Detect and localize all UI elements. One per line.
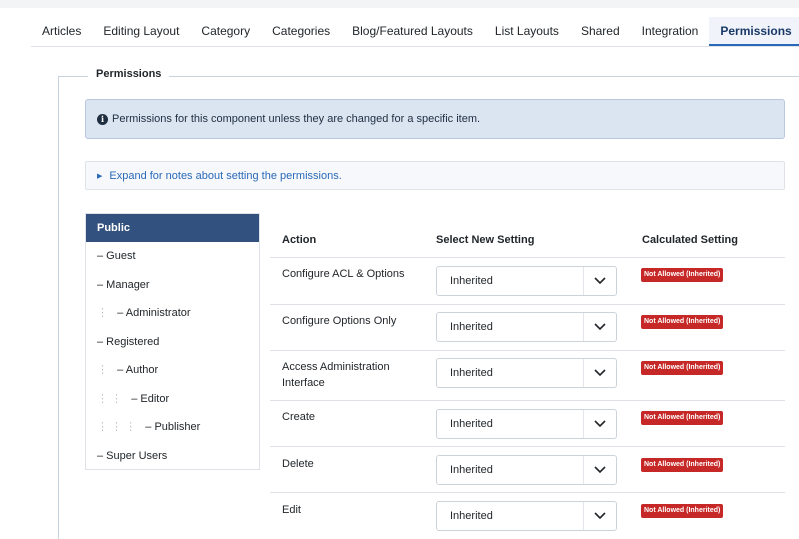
tab-articles[interactable]: Articles: [31, 17, 92, 47]
top-strip: [0, 0, 799, 8]
user-group-list: Public – Guest – Manager ⋮ – Administrat…: [85, 213, 260, 470]
user-group-label: – Super Users: [97, 449, 168, 462]
action-label: Delete: [282, 458, 314, 470]
setting-select-value: Inherited: [450, 464, 493, 476]
user-group-registered[interactable]: – Registered: [86, 328, 259, 357]
user-group-manager[interactable]: – Manager: [86, 271, 259, 300]
tab-blog-featured-layouts[interactable]: Blog/Featured Layouts: [341, 17, 484, 47]
user-group-guest[interactable]: – Guest: [86, 242, 259, 271]
table-divider: [270, 446, 785, 447]
tab-permissions[interactable]: Permissions: [709, 17, 799, 47]
tabs-divider: [31, 46, 799, 47]
setting-select[interactable]: Inherited: [436, 409, 617, 439]
table-divider: [270, 400, 785, 401]
action-label: Configure ACL & Options: [282, 268, 405, 280]
setting-select-value: Inherited: [450, 418, 493, 430]
status-badge: Not Allowed (Inherited): [641, 315, 724, 329]
tab-list-layouts[interactable]: List Layouts: [484, 17, 570, 47]
setting-select[interactable]: Inherited: [436, 455, 617, 485]
user-group-publisher[interactable]: ⋮ ⋮ ⋮ – Publisher: [86, 413, 259, 442]
user-group-label: – Manager: [97, 278, 150, 291]
action-label: Configure Options Only: [282, 315, 397, 327]
setting-select[interactable]: Inherited: [436, 266, 617, 296]
column-header-select-new-setting: Select New Setting: [436, 234, 535, 246]
status-badge: Not Allowed (Inherited): [641, 268, 724, 282]
setting-select-value: Inherited: [450, 275, 493, 287]
table-divider: [270, 304, 785, 305]
column-header-calculated-setting: Calculated Setting: [642, 234, 738, 246]
user-group-super-users[interactable]: – Super Users: [86, 442, 259, 471]
setting-select[interactable]: Inherited: [436, 501, 617, 531]
user-group-label: – Author: [117, 364, 159, 376]
tab-editing-layout[interactable]: Editing Layout: [92, 17, 190, 47]
indent-dots: ⋮: [97, 307, 108, 319]
column-header-action: Action: [282, 234, 317, 246]
info-alert: i Permissions for this component unless …: [85, 99, 785, 139]
chevron-down-icon: [583, 359, 616, 387]
tab-categories[interactable]: Categories: [261, 17, 341, 47]
tab-bar: Articles Editing Layout Category Categor…: [31, 17, 799, 47]
action-label: Edit: [282, 504, 301, 516]
fieldset-border-left: [58, 76, 59, 539]
chevron-down-icon: [583, 410, 616, 438]
indent-dots: ⋮ ⋮: [97, 392, 123, 405]
chevron-down-icon: [583, 267, 616, 295]
info-alert-text: Permissions for this component unless th…: [112, 113, 481, 125]
user-group-label: – Publisher: [145, 421, 201, 433]
setting-select[interactable]: Inherited: [436, 312, 617, 342]
user-group-administrator[interactable]: ⋮ – Administrator: [86, 299, 259, 328]
indent-dots: ⋮: [97, 364, 108, 376]
setting-select[interactable]: Inherited: [436, 358, 617, 388]
user-group-author[interactable]: ⋮ – Author: [86, 356, 259, 385]
permissions-notes-label: Expand for notes about setting the permi…: [109, 169, 342, 182]
info-circle-icon: i: [97, 113, 108, 125]
user-group-public[interactable]: Public: [86, 214, 259, 242]
table-divider: [270, 350, 785, 351]
permissions-notes-toggle[interactable]: ▶ Expand for notes about setting the per…: [85, 161, 785, 190]
chevron-down-icon: [583, 502, 616, 530]
status-badge: Not Allowed (Inherited): [641, 361, 724, 375]
user-group-label: – Editor: [131, 392, 170, 405]
setting-select-value: Inherited: [450, 510, 493, 522]
chevron-down-icon: [583, 456, 616, 484]
user-group-label: – Guest: [97, 250, 136, 262]
action-label: Create: [282, 411, 316, 423]
chevron-down-icon: [583, 313, 616, 341]
setting-select-value: Inherited: [450, 367, 493, 379]
status-badge: Not Allowed (Inherited): [641, 458, 724, 472]
action-label: Access Administration Interface: [282, 361, 390, 389]
user-group-label: – Administrator: [117, 307, 191, 319]
tab-shared[interactable]: Shared: [570, 17, 631, 47]
table-divider: [270, 257, 785, 258]
table-divider: [270, 492, 785, 493]
setting-select-value: Inherited: [450, 321, 493, 333]
triangle-right-icon: ▶: [97, 172, 103, 180]
tab-category[interactable]: Category: [190, 17, 261, 47]
user-group-label: – Registered: [97, 335, 160, 348]
indent-dots: ⋮ ⋮ ⋮: [97, 421, 137, 433]
status-badge: Not Allowed (Inherited): [641, 504, 724, 518]
tab-integration[interactable]: Integration: [631, 17, 710, 47]
user-group-editor[interactable]: ⋮ ⋮ – Editor: [86, 385, 259, 414]
fieldset-legend: Permissions: [88, 68, 170, 80]
status-badge: Not Allowed (Inherited): [641, 411, 724, 425]
